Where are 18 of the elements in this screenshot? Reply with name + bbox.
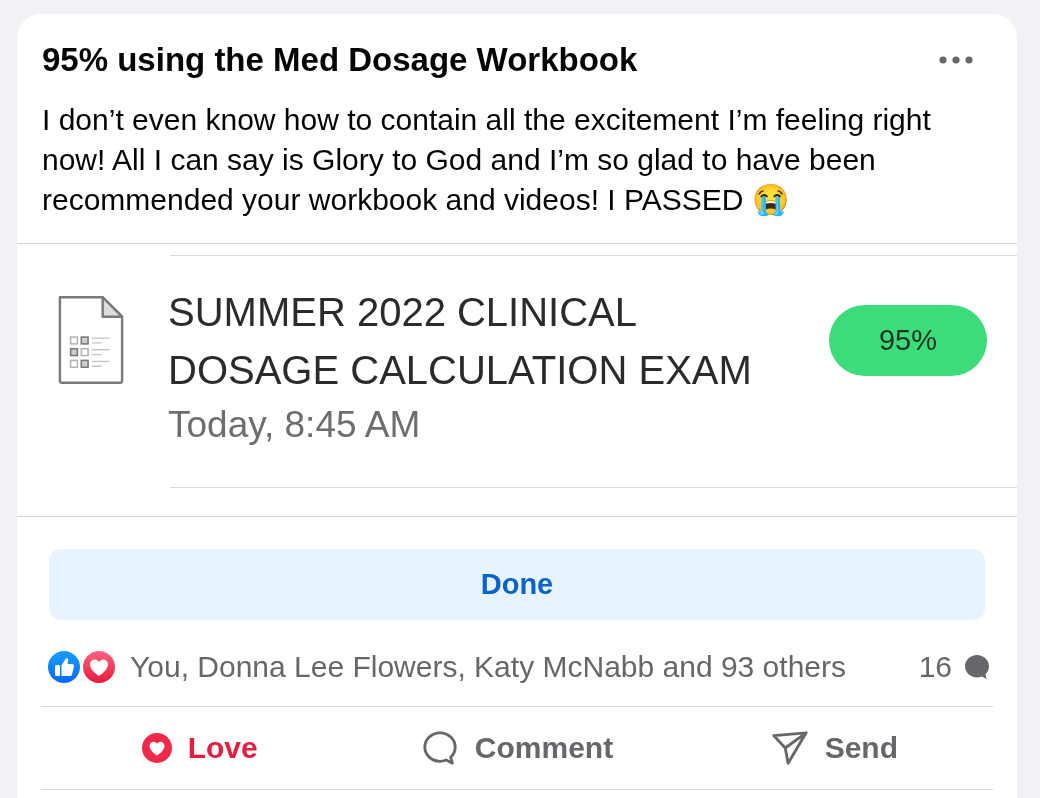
done-button[interactable]: Done bbox=[49, 549, 985, 620]
score-badge: 95% bbox=[829, 305, 987, 376]
love-reaction-icon bbox=[81, 649, 117, 685]
comment-icon bbox=[420, 729, 459, 767]
send-button[interactable]: Send bbox=[770, 725, 898, 771]
like-reaction-icon bbox=[46, 649, 82, 685]
comment-count[interactable]: 16 bbox=[918, 650, 952, 684]
love-button[interactable]: Love bbox=[141, 727, 258, 769]
more-options-icon[interactable] bbox=[939, 56, 973, 64]
exam-title: SUMMER 2022 CLINICAL DOSAGE CALCULATION EXAM bbox=[168, 289, 753, 394]
document-icon bbox=[57, 294, 125, 386]
post-text: I don’t even know how to contain all the excitement I’m feeling right now! All I can say is Glory to God and I’m so glad to have been recommended your workbook and videos! I PASSED 😭 bbox=[42, 102, 932, 218]
send-icon bbox=[770, 729, 809, 767]
post-title: 95% using the Med Dosage Workbook bbox=[42, 42, 638, 78]
comment-bubble-icon bbox=[962, 652, 992, 682]
comment-button[interactable]: Comment bbox=[420, 725, 614, 771]
reaction-summary[interactable]: You, Donna Lee Flowers, Katy McNabb and 93 others bbox=[130, 650, 919, 684]
exam-date: Today, 8:45 AM bbox=[168, 403, 422, 447]
